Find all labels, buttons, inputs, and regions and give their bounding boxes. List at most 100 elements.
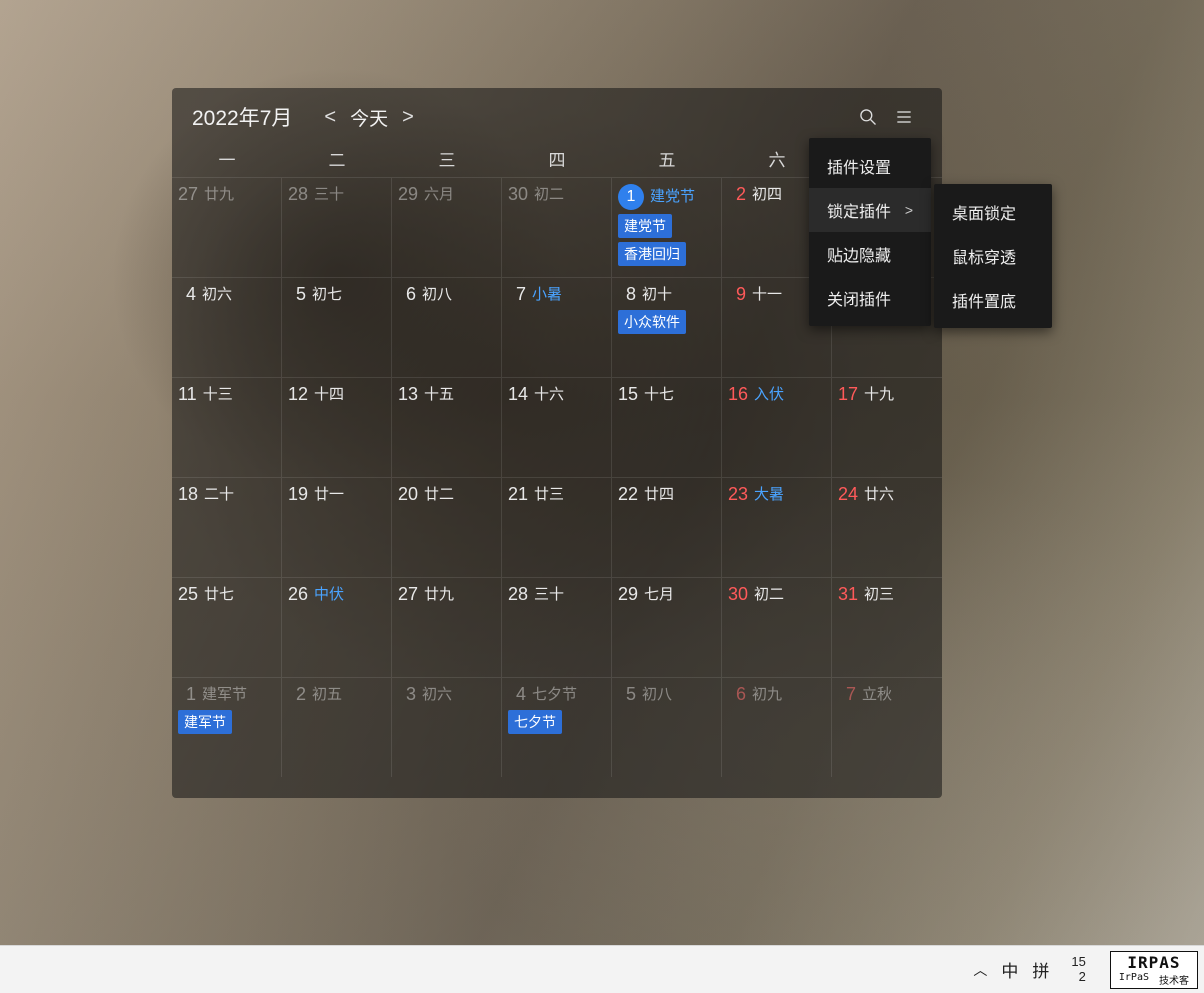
day-number: 6 [398, 284, 416, 306]
calendar-cell[interactable]: 31初三 [832, 577, 942, 677]
lunar-label: 初四 [752, 186, 782, 204]
day-number: 11 [178, 384, 197, 406]
clock-date: 2 [1071, 970, 1085, 984]
calendar-cell[interactable]: 13十五 [392, 377, 502, 477]
calendar-cell[interactable]: 22廿四 [612, 477, 722, 577]
lunar-label: 建党节 [650, 188, 695, 206]
calendar-cell[interactable]: 1建党节建党节香港回归 [612, 177, 722, 277]
menu-item[interactable]: 锁定插件> [809, 188, 931, 232]
calendar-cell[interactable]: 2初五 [282, 677, 392, 777]
calendar-cell[interactable]: 16入伏 [722, 377, 832, 477]
menu-item[interactable]: 鼠标穿透 [934, 234, 1052, 278]
calendar-cell[interactable]: 6初九 [722, 677, 832, 777]
event-pill[interactable]: 建党节 [618, 214, 672, 238]
calendar-cell[interactable]: 15 十七 [612, 377, 722, 477]
calendar-cell[interactable]: 3初六 [392, 677, 502, 777]
day-number: 2 [728, 184, 746, 206]
lunar-label: 初五 [312, 686, 342, 704]
system-tray[interactable]: ︿ 中 拼 15 2 IRPAS IrPaS 技术客 [973, 951, 1198, 989]
menu-item[interactable]: 贴边隐藏 [809, 232, 931, 276]
calendar-cell[interactable]: 7立秋 [832, 677, 942, 777]
lunar-label: 大暑 [754, 486, 784, 504]
calendar-cell[interactable]: 4初六 [172, 277, 282, 377]
taskbar[interactable]: ︿ 中 拼 15 2 IRPAS IrPaS 技术客 [0, 945, 1204, 993]
day-number: 31 [838, 584, 858, 606]
lunar-label: 廿三 [534, 486, 564, 504]
chevron-right-icon: > [905, 202, 913, 218]
day-number: 28 [508, 584, 528, 606]
calendar-cell[interactable]: 29七月 [612, 577, 722, 677]
weekday-header: 五 [612, 146, 722, 171]
calendar-cell[interactable]: 20廿二 [392, 477, 502, 577]
brand-sub-left: IrPaS [1119, 972, 1149, 987]
calendar-cell[interactable]: 29六月 [392, 177, 502, 277]
day-number: 18 [178, 484, 198, 506]
lunar-label: 入伏 [754, 386, 784, 404]
calendar-cell[interactable]: 5初七 [282, 277, 392, 377]
lunar-label: 十七 [644, 386, 674, 404]
prev-month-button[interactable]: < [314, 106, 346, 129]
calendar-cell[interactable]: 30初二 [502, 177, 612, 277]
calendar-cell[interactable]: 21 廿三 [502, 477, 612, 577]
lunar-label: 七夕节 [532, 686, 577, 704]
context-menu[interactable]: 插件设置锁定插件> 贴边隐藏关闭插件 [809, 138, 931, 326]
lunar-label: 二十 [204, 486, 234, 504]
lunar-label: 六月 [424, 186, 454, 204]
lunar-label: 初二 [754, 586, 784, 604]
day-number: 4 [508, 684, 526, 706]
calendar-cell[interactable]: 17十九 [832, 377, 942, 477]
menu-item[interactable]: 插件设置 [809, 144, 931, 188]
calendar-cell[interactable]: 4七夕节七夕节 [502, 677, 612, 777]
taskbar-clock[interactable]: 15 2 [1071, 955, 1085, 984]
calendar-cell[interactable]: 8初十小众软件 [612, 277, 722, 377]
day-number: 21 [508, 484, 528, 506]
calendar-cell[interactable]: 28三十 [502, 577, 612, 677]
calendar-cell[interactable]: 30初二 [722, 577, 832, 677]
event-pill[interactable]: 建军节 [178, 710, 232, 734]
lunar-label: 初七 [312, 286, 342, 304]
day-number: 5 [618, 684, 636, 706]
calendar-cell[interactable]: 24廿六 [832, 477, 942, 577]
search-icon[interactable] [850, 103, 886, 131]
month-title: 2022年7月 [192, 102, 292, 132]
calendar-cell[interactable]: 27廿九 [172, 177, 282, 277]
context-submenu[interactable]: 桌面锁定鼠标穿透插件置底 [934, 184, 1052, 328]
calendar-cell[interactable]: 7小暑 [502, 277, 612, 377]
calendar-cell[interactable]: 18 二十 [172, 477, 282, 577]
calendar-cell[interactable]: 5初八 [612, 677, 722, 777]
menu-item-label: 贴边隐藏 [827, 242, 891, 266]
lunar-label: 廿六 [864, 486, 894, 504]
next-month-button[interactable]: > [392, 106, 424, 129]
menu-item-label: 桌面锁定 [952, 200, 1016, 224]
day-number: 6 [728, 684, 746, 706]
ime-indicator[interactable]: 中 [1001, 957, 1018, 982]
event-pill[interactable]: 香港回归 [618, 242, 686, 266]
calendar-cell[interactable]: 27廿九 [392, 577, 502, 677]
ime-mode[interactable]: 拼 [1032, 957, 1049, 982]
event-pill[interactable]: 小众软件 [618, 310, 686, 334]
day-number: 13 [398, 384, 418, 406]
calendar-cell[interactable]: 23大暑 [722, 477, 832, 577]
day-number: 17 [838, 384, 858, 406]
clock-time: 15 [1071, 955, 1085, 969]
calendar-cell[interactable]: 26中伏 [282, 577, 392, 677]
calendar-cell[interactable]: 11十三 [172, 377, 282, 477]
calendar-cell[interactable]: 14十六 [502, 377, 612, 477]
calendar-cell[interactable]: 1建军节建军节 [172, 677, 282, 777]
brand-sub-right: 技术客 [1159, 972, 1189, 987]
menu-item[interactable]: 关闭插件 [809, 276, 931, 320]
today-button[interactable]: 今天 [346, 104, 392, 131]
menu-item-label: 关闭插件 [827, 286, 891, 310]
calendar-cell[interactable]: 6初八 [392, 277, 502, 377]
calendar-cell[interactable]: 12十四 [282, 377, 392, 477]
menu-item[interactable]: 桌面锁定 [934, 190, 1052, 234]
day-number: 15 [618, 384, 638, 406]
calendar-cell[interactable]: 28三十 [282, 177, 392, 277]
lunar-label: 立秋 [862, 686, 892, 704]
tray-overflow-icon[interactable]: ︿ [973, 960, 987, 980]
calendar-cell[interactable]: 19廿一 [282, 477, 392, 577]
event-pill[interactable]: 七夕节 [508, 710, 562, 734]
menu-item[interactable]: 插件置底 [934, 278, 1052, 322]
menu-icon[interactable] [886, 103, 922, 131]
calendar-cell[interactable]: 25廿七 [172, 577, 282, 677]
